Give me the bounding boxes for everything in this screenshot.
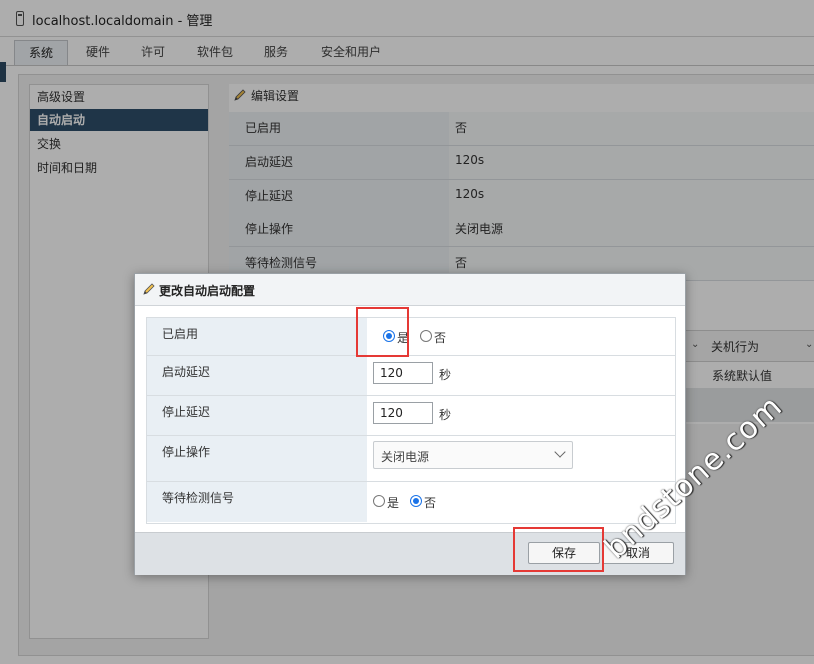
heartbeat-yes-label[interactable]: 是 — [387, 494, 399, 511]
start-delay-input[interactable] — [373, 362, 433, 384]
start-delay-label: 启动延迟 — [162, 365, 211, 379]
dialog-title: 更改自动启动配置 — [159, 284, 256, 298]
form-label-cell: 已启用 — [147, 318, 367, 355]
enabled-no-label[interactable]: 否 — [434, 329, 446, 346]
save-button[interactable]: 保存 — [528, 542, 600, 564]
dialog-title-bar: 更改自动启动配置 — [135, 274, 685, 306]
enabled-label: 已启用 — [162, 327, 199, 341]
form-row-start-delay: 启动延迟 秒 — [147, 356, 675, 396]
heartbeat-no-label[interactable]: 否 — [424, 494, 436, 511]
management-window: localhost.localdomain - 管理 系统 硬件 许可 软件包 … — [0, 0, 814, 664]
heartbeat-label: 等待检测信号 — [162, 491, 235, 505]
form-label-cell: 停止操作 — [147, 436, 367, 481]
chevron-down-icon — [554, 446, 566, 458]
pencil-icon — [143, 283, 155, 295]
stop-delay-input[interactable] — [373, 402, 433, 424]
form-row-heartbeat: 等待检测信号 是 否 — [147, 482, 675, 522]
form-label-cell: 等待检测信号 — [147, 482, 367, 522]
form-row-enabled: 已启用 是 否 — [147, 318, 675, 356]
start-delay-unit: 秒 — [439, 368, 452, 382]
enabled-yes-label[interactable]: 是 — [397, 329, 409, 346]
stop-delay-label: 停止延迟 — [162, 405, 211, 419]
stop-action-select[interactable]: 关闭电源 — [373, 441, 573, 469]
enabled-yes-radio[interactable] — [383, 330, 395, 342]
form-row-stop-action: 停止操作 关闭电源 — [147, 436, 675, 482]
heartbeat-yes-radio[interactable] — [373, 495, 385, 507]
form-row-stop-delay: 停止延迟 秒 — [147, 396, 675, 436]
stop-delay-unit: 秒 — [439, 408, 452, 422]
autostart-config-dialog: 更改自动启动配置 已启用 是 否 启动延迟 秒 — [134, 273, 686, 575]
stop-action-label: 停止操作 — [162, 445, 211, 459]
form-label-cell: 停止延迟 — [147, 396, 367, 435]
enabled-no-radio[interactable] — [420, 330, 432, 342]
stop-action-value: 关闭电源 — [381, 450, 430, 464]
heartbeat-no-radio[interactable] — [410, 495, 422, 507]
form-label-cell: 启动延迟 — [147, 356, 367, 395]
autostart-form: 已启用 是 否 启动延迟 秒 停止延迟 — [146, 317, 676, 524]
